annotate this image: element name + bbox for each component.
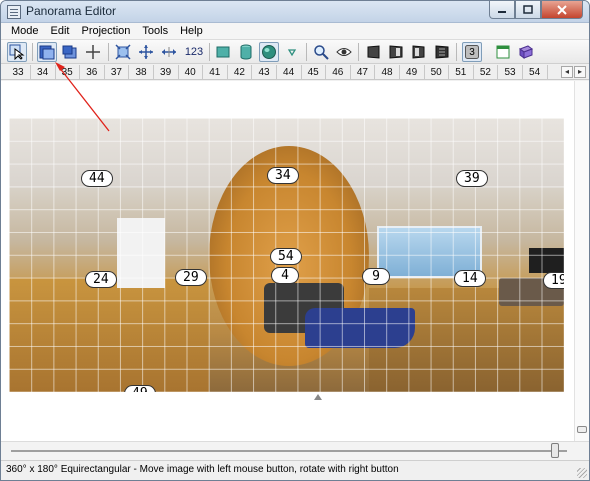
- slider-track: [11, 450, 567, 452]
- app-window: Panorama Editor Mode Edit Projection Too…: [0, 0, 590, 481]
- horizontal-slider[interactable]: [1, 441, 589, 460]
- slider-thumb[interactable]: [551, 443, 559, 458]
- annotation-arrow: [55, 62, 110, 132]
- status-bar: 360° x 180° Equirectangular - Move image…: [1, 460, 589, 480]
- resize-grip-icon[interactable]: [577, 468, 587, 478]
- status-text: 360° x 180° Equirectangular - Move image…: [6, 464, 399, 475]
